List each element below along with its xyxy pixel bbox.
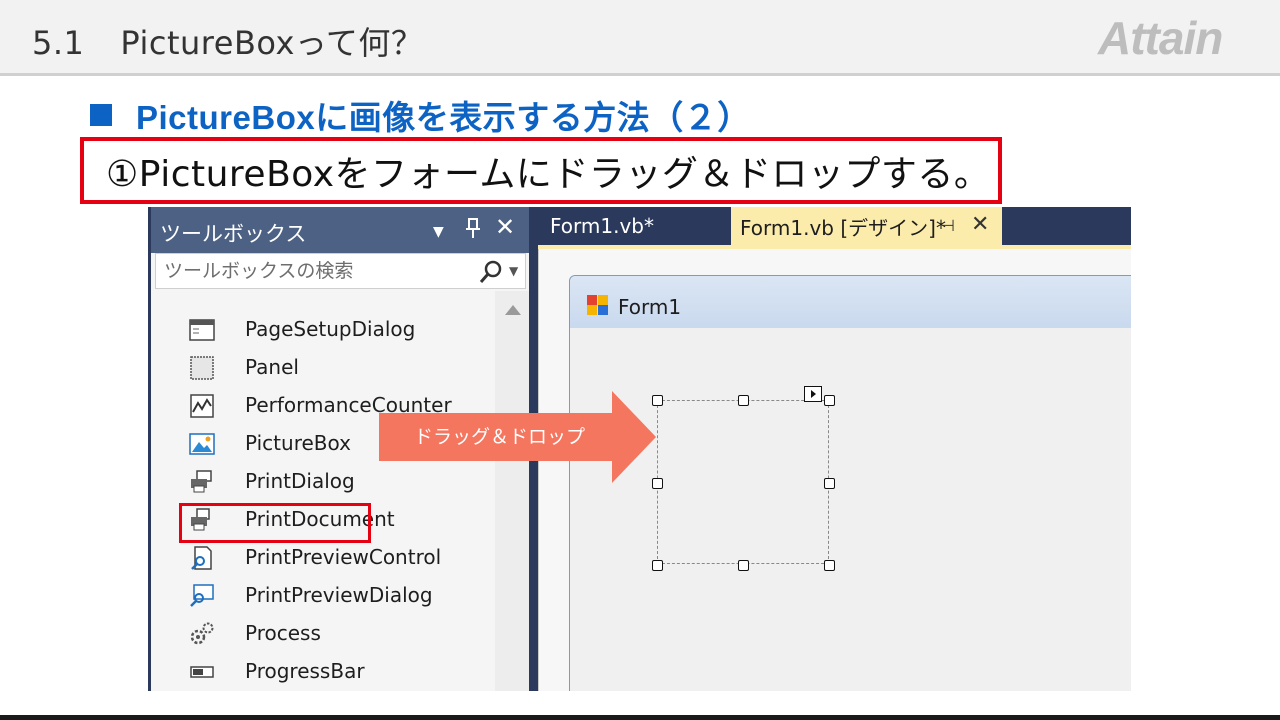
close-icon[interactable]: ✕ [495, 215, 515, 239]
form-app-icon [587, 295, 608, 315]
tool-item-process[interactable]: Process [151, 615, 495, 653]
search-icon[interactable] [478, 259, 504, 285]
smart-tag-arrow-icon[interactable] [804, 386, 822, 402]
attain-logo: Attain [1097, 12, 1223, 64]
tool-label: Panel [245, 355, 299, 379]
picturebox-icon [189, 433, 215, 455]
tool-item-panel[interactable]: Panel [151, 349, 495, 387]
step-instruction-box: ①PictureBoxをフォームにドラッグ＆ドロップする。 [80, 137, 1002, 204]
performance-counter-icon [190, 394, 214, 418]
resize-handle-bottom-right[interactable] [824, 560, 835, 571]
section-heading: PictureBoxに画像を表示する方法（２） [90, 93, 751, 137]
square-bullet-icon [90, 104, 112, 126]
pin-icon[interactable] [465, 217, 481, 244]
tool-label: PrintPreviewControl [245, 545, 442, 569]
resize-handle-bottom[interactable] [738, 560, 749, 571]
tool-label: PrintDialog [245, 469, 355, 493]
toolbox-list: PageSetupDialog Panel PerformanceCounter… [151, 291, 495, 691]
tab-label: Form1.vb [デザイン]* [740, 215, 946, 240]
tool-item-partial[interactable] [151, 291, 495, 309]
tool-item-pagesetupdialog[interactable]: PageSetupDialog [151, 311, 495, 349]
tool-label: ProgressBar [245, 659, 365, 683]
drag-drop-label: ドラッグ＆ドロップ [414, 426, 586, 448]
tab-form1-code[interactable]: Form1.vb* [538, 207, 731, 245]
tool-label: Process [245, 621, 321, 645]
page-setup-icon [189, 319, 215, 341]
bottom-rule [0, 715, 1280, 720]
toolbox-search: ▼ [155, 253, 526, 289]
process-icon [190, 622, 214, 645]
tab-form1-design[interactable]: Form1.vb [デザイン]* ⊣ ✕ [731, 207, 1002, 245]
tool-item-printpreviewcontrol[interactable]: PrintPreviewControl [151, 539, 495, 577]
dropdown-arrow-icon[interactable]: ▼ [433, 220, 444, 244]
tool-item-progressbar[interactable]: ProgressBar [151, 653, 495, 691]
tool-item-printpreviewdialog[interactable]: PrintPreviewDialog [151, 577, 495, 615]
toolbox-title: ツールボックス [160, 222, 307, 246]
progressbar-icon [190, 666, 214, 678]
resize-handle-top-right[interactable] [824, 395, 835, 406]
tab-close-icon[interactable]: ✕ [971, 212, 989, 237]
print-dialog-icon [191, 470, 212, 493]
picturebox-highlight-frame [179, 503, 371, 543]
tab-pin-icon[interactable]: ⊣ [941, 216, 955, 235]
form-window[interactable]: Form1 [569, 275, 1131, 691]
svg-text:Attain: Attain [1097, 12, 1222, 64]
resize-handle-bottom-left[interactable] [652, 560, 663, 571]
panel-icon [190, 356, 214, 380]
toolbox-titlebar: ツールボックス ▼ ✕ [151, 207, 529, 253]
print-preview-dialog-icon [190, 584, 214, 607]
slide-title: 5.1 PictureBoxって何？ [32, 18, 423, 64]
toolbox-search-input[interactable] [156, 254, 456, 288]
tool-label: PrintPreviewDialog [245, 583, 433, 607]
section-heading-text: PictureBoxに画像を表示する方法（２） [136, 99, 751, 136]
toolbox-scrollbar[interactable] [495, 291, 529, 691]
form-title: Form1 [618, 295, 682, 319]
resize-handle-right[interactable] [824, 478, 835, 489]
slide-number: 5.1 [32, 24, 85, 62]
resize-handle-top[interactable] [738, 395, 749, 406]
dropped-picturebox[interactable] [657, 400, 829, 564]
pin-glyph [466, 218, 480, 238]
tool-label: PictureBox [245, 431, 351, 455]
print-preview-control-icon [191, 546, 212, 570]
tool-label: PageSetupDialog [245, 317, 416, 341]
tab-label: Form1.vb* [550, 214, 654, 238]
step-instruction-text: ①PictureBoxをフォームにドラッグ＆ドロップする。 [106, 153, 991, 195]
search-dropdown-icon[interactable]: ▼ [509, 264, 518, 278]
slide-title-text: PictureBoxって何？ [120, 24, 424, 62]
slide-header: 5.1 PictureBoxって何？ Attain [0, 0, 1280, 76]
scroll-up-arrow-icon[interactable] [505, 305, 521, 315]
form-titlebar: Form1 [570, 276, 1131, 328]
